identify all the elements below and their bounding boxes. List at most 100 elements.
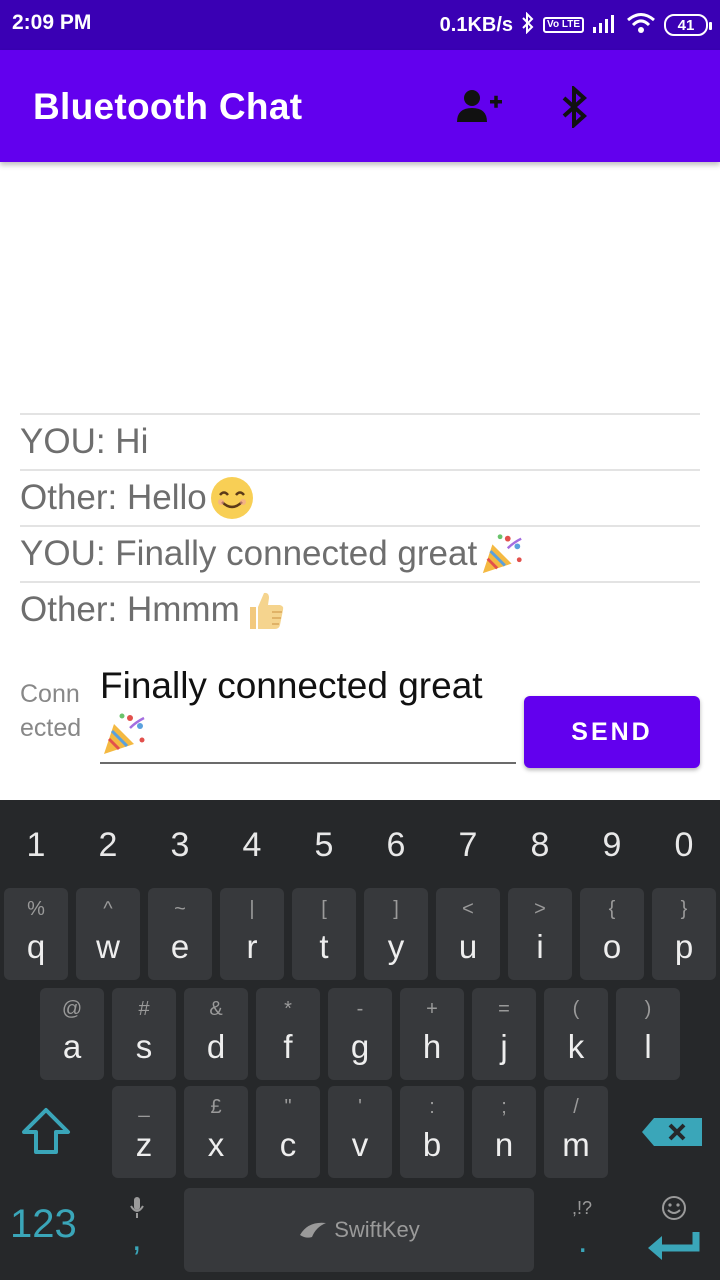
key-h[interactable]: + h <box>400 988 464 1080</box>
thumbs-up-emoji <box>242 587 288 633</box>
status-time: 2:09 PM <box>12 11 92 34</box>
key-primary-label: y <box>387 928 405 965</box>
status-bar: 2:09 PM 0.1KB/s Vo LTE 41 <box>0 0 720 50</box>
send-button[interactable]: SEND <box>524 696 700 768</box>
key-secondary-label: ^ <box>103 898 113 920</box>
key-y[interactable]: ] y <box>364 888 428 980</box>
bluetooth-status-icon <box>521 11 535 39</box>
key-z[interactable]: _ z <box>112 1086 176 1178</box>
key-secondary-label: - <box>356 998 364 1020</box>
key-r[interactable]: | r <box>220 888 284 980</box>
key-primary-label: w <box>96 928 120 965</box>
key-secondary-label: ' <box>358 1096 362 1118</box>
key-2[interactable]: 2 <box>72 826 144 865</box>
key-secondary-label: & <box>209 998 223 1020</box>
shift-key[interactable] <box>18 1106 78 1166</box>
key-secondary-label: ; <box>501 1096 507 1118</box>
key-primary-label: x <box>207 1126 225 1163</box>
add-user-icon[interactable] <box>455 86 503 128</box>
key-w[interactable]: ^ w <box>76 888 140 980</box>
key-v[interactable]: ' v <box>328 1086 392 1178</box>
numbers-toggle-key[interactable]: 123 <box>10 1202 77 1247</box>
key-primary-label: f <box>283 1028 293 1065</box>
key-secondary-label: [ <box>321 898 327 920</box>
chat-message: YOU: Hi <box>20 413 700 469</box>
chat-message: Other: Hello <box>20 469 700 525</box>
key-secondary-label: | <box>249 898 255 920</box>
backspace-key[interactable] <box>640 1112 706 1152</box>
emoji-icon <box>662 1196 686 1220</box>
key-g[interactable]: -g <box>328 988 392 1080</box>
signal-icon <box>592 13 618 38</box>
swiftkey-keyboard: 1234567890 % q ^ w ~ e | r[t] y < u > i{o} p @ a # s & d * f -… <box>0 800 720 1280</box>
app-bar: Bluetooth Chat <box>0 50 720 162</box>
key-u[interactable]: < u <box>436 888 500 980</box>
bluetooth-icon[interactable] <box>552 84 600 130</box>
key-x[interactable]: £ x <box>184 1086 248 1178</box>
chat-message-text: YOU: Hi <box>20 422 149 461</box>
key-c[interactable]: " c <box>256 1086 320 1178</box>
key-7[interactable]: 7 <box>432 826 504 865</box>
key-secondary-label: { <box>608 898 616 920</box>
key-t[interactable]: [t <box>292 888 356 980</box>
key-primary-label: v <box>351 1126 369 1163</box>
punctuation-hint: ,!? <box>572 1198 593 1218</box>
key-6[interactable]: 6 <box>360 826 432 865</box>
key-p[interactable]: } p <box>652 888 716 980</box>
key-q[interactable]: % q <box>4 888 68 980</box>
key-5[interactable]: 5 <box>288 826 360 865</box>
key-s[interactable]: # s <box>112 988 176 1080</box>
key-k[interactable]: (k <box>544 988 608 1080</box>
key-primary-label: e <box>170 928 190 965</box>
key-d[interactable]: & d <box>184 988 248 1080</box>
key-primary-label: g <box>350 1028 370 1065</box>
key-secondary-label: < <box>462 898 474 920</box>
key-0[interactable]: 0 <box>648 826 720 865</box>
swiftkey-brand-label: SwiftKey <box>334 1217 420 1242</box>
key-primary-label: b <box>422 1126 442 1163</box>
key-primary-label: o <box>602 928 622 965</box>
microphone-icon <box>130 1197 144 1218</box>
period-key[interactable]: ,!? . <box>558 1188 608 1272</box>
key-secondary-label: _ <box>138 1096 150 1118</box>
key-i[interactable]: > i <box>508 888 572 980</box>
key-primary-label: p <box>674 928 694 965</box>
enter-key[interactable] <box>632 1192 708 1276</box>
key-secondary-label: / <box>573 1096 579 1118</box>
key-e[interactable]: ~ e <box>148 888 212 980</box>
comma-key[interactable]: , <box>112 1188 162 1272</box>
volte-badge: Vo LTE <box>543 17 584 33</box>
key-secondary-label: ] <box>393 898 399 920</box>
key-secondary-label: * <box>284 998 292 1020</box>
key-m[interactable]: / m <box>544 1086 608 1178</box>
wifi-icon <box>626 12 656 39</box>
key-4[interactable]: 4 <box>216 826 288 865</box>
party-popper-emoji <box>100 710 148 758</box>
message-input[interactable]: Finally connected great <box>100 664 516 764</box>
space-key[interactable]: SwiftKey <box>184 1188 534 1272</box>
key-1[interactable]: 1 <box>0 826 72 865</box>
key-primary-label: z <box>135 1126 153 1163</box>
period-label: . <box>578 1222 588 1260</box>
key-j[interactable]: = j <box>472 988 536 1080</box>
key-3[interactable]: 3 <box>144 826 216 865</box>
battery-level: 41 <box>677 16 695 34</box>
key-primary-label: d <box>206 1028 226 1065</box>
key-primary-label: c <box>279 1126 297 1163</box>
chat-message: YOU: Finally connected great <box>20 525 700 581</box>
key-9[interactable]: 9 <box>576 826 648 865</box>
key-n[interactable]: ; n <box>472 1086 536 1178</box>
key-primary-label: i <box>536 928 544 965</box>
key-l[interactable]: ) l <box>616 988 680 1080</box>
battery-indicator: 41 <box>664 14 712 36</box>
key-f[interactable]: * f <box>256 988 320 1080</box>
chat-message-text: YOU: Finally connected great <box>20 534 478 573</box>
key-8[interactable]: 8 <box>504 826 576 865</box>
return-icon <box>648 1232 700 1260</box>
key-o[interactable]: {o <box>580 888 644 980</box>
key-a[interactable]: @ a <box>40 988 104 1080</box>
key-primary-label: r <box>246 928 258 965</box>
message-input-text[interactable]: Finally connected great <box>100 664 516 708</box>
key-secondary-label: " <box>284 1096 292 1118</box>
key-b[interactable]: :b <box>400 1086 464 1178</box>
